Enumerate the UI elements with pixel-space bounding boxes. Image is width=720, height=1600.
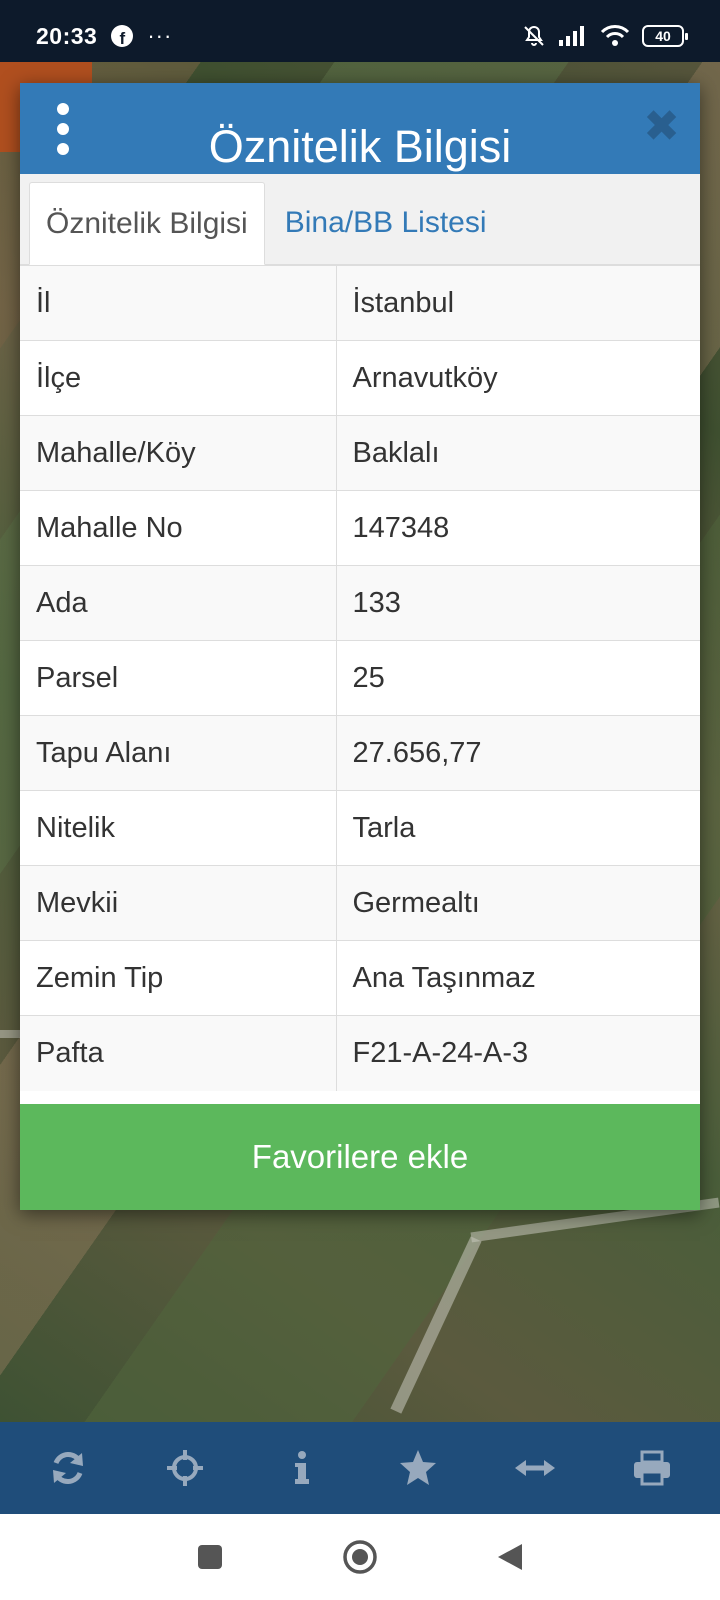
row-key: İl (20, 265, 337, 341)
tab-building-list[interactable]: Bina/BB Listesi (265, 181, 503, 264)
status-time: 20:33 (36, 22, 98, 49)
close-icon[interactable]: ✖ (643, 105, 680, 149)
crosshair-icon[interactable] (155, 1438, 215, 1498)
row-key: İlçe (20, 340, 337, 416)
row-key: Zemin Tip (20, 940, 337, 1016)
home-button[interactable] (340, 1537, 380, 1577)
table-row: Nitelik Tarla (20, 790, 700, 866)
star-icon[interactable] (388, 1438, 448, 1498)
recents-button[interactable] (190, 1537, 230, 1577)
row-key: Parsel (20, 640, 337, 716)
row-key: Nitelik (20, 790, 337, 866)
attribute-table: İl İstanbul İlçe Arnavutköy Mahalle/Köy Bak… (20, 265, 700, 1091)
table-row: Mevkii Germealtı (20, 865, 700, 941)
tab-attribute-info[interactable]: Öznitelik Bilgisi (29, 182, 265, 265)
wifi-icon (600, 25, 630, 46)
row-value: Ana Taşınmaz (336, 940, 700, 1016)
row-value: 25 (336, 640, 700, 716)
table-row: Mahalle/Köy Baklalı (20, 415, 700, 491)
row-value: Tarla (336, 790, 700, 866)
back-button[interactable] (490, 1537, 530, 1577)
status-left: 20:33 f ··· (36, 23, 172, 50)
row-value: İstanbul (336, 265, 700, 341)
table-row: İlçe Arnavutköy (20, 340, 700, 416)
modal-header: Öznitelik Bilgisi ✖ (20, 83, 700, 174)
measure-icon[interactable] (505, 1438, 565, 1498)
add-to-favorites-button[interactable]: Favorilere ekle (20, 1104, 700, 1210)
status-right: 40 (522, 24, 688, 48)
map-road (0, 1030, 20, 1038)
row-key: Tapu Alanı (20, 715, 337, 791)
attribute-info-modal: Öznitelik Bilgisi ✖ Öznitelik Bilgisi Bi… (20, 83, 700, 1210)
table-row: Mahalle No 147348 (20, 490, 700, 566)
table-row: Parsel 25 (20, 640, 700, 716)
table-row: Zemin Tip Ana Taşınmaz (20, 940, 700, 1016)
row-key: Mahalle No (20, 490, 337, 566)
row-value: Arnavutköy (336, 340, 700, 416)
more-icon: ··· (147, 23, 173, 48)
map-toolbar (0, 1422, 720, 1514)
modal-tabs: Öznitelik Bilgisi Bina/BB Listesi (20, 174, 700, 265)
print-icon[interactable] (622, 1438, 682, 1498)
refresh-icon[interactable] (38, 1438, 98, 1498)
modal-title: Öznitelik Bilgisi (208, 121, 512, 172)
row-key: Mevkii (20, 865, 337, 941)
table-row: Tapu Alanı 27.656,77 (20, 715, 700, 791)
facebook-icon: f (111, 25, 134, 47)
info-icon[interactable] (272, 1438, 332, 1498)
row-value: 27.656,77 (336, 715, 700, 791)
table-row: Pafta F21-A-24-A-3 (20, 1015, 700, 1091)
signal-icon (559, 26, 584, 46)
row-key: Ada (20, 565, 337, 641)
row-key: Mahalle/Köy (20, 415, 337, 491)
row-value: Baklalı (336, 415, 700, 491)
system-nav-bar (0, 1514, 720, 1600)
row-value: 133 (336, 565, 700, 641)
row-value: F21-A-24-A-3 (336, 1015, 700, 1091)
table-row: İl İstanbul (20, 265, 700, 341)
row-value: Germealtı (336, 865, 700, 941)
mute-icon (524, 25, 544, 46)
row-key: Pafta (20, 1015, 337, 1091)
battery-icon: 40 (642, 25, 688, 47)
table-row: Ada 133 (20, 565, 700, 641)
row-value: 147348 (336, 490, 700, 566)
